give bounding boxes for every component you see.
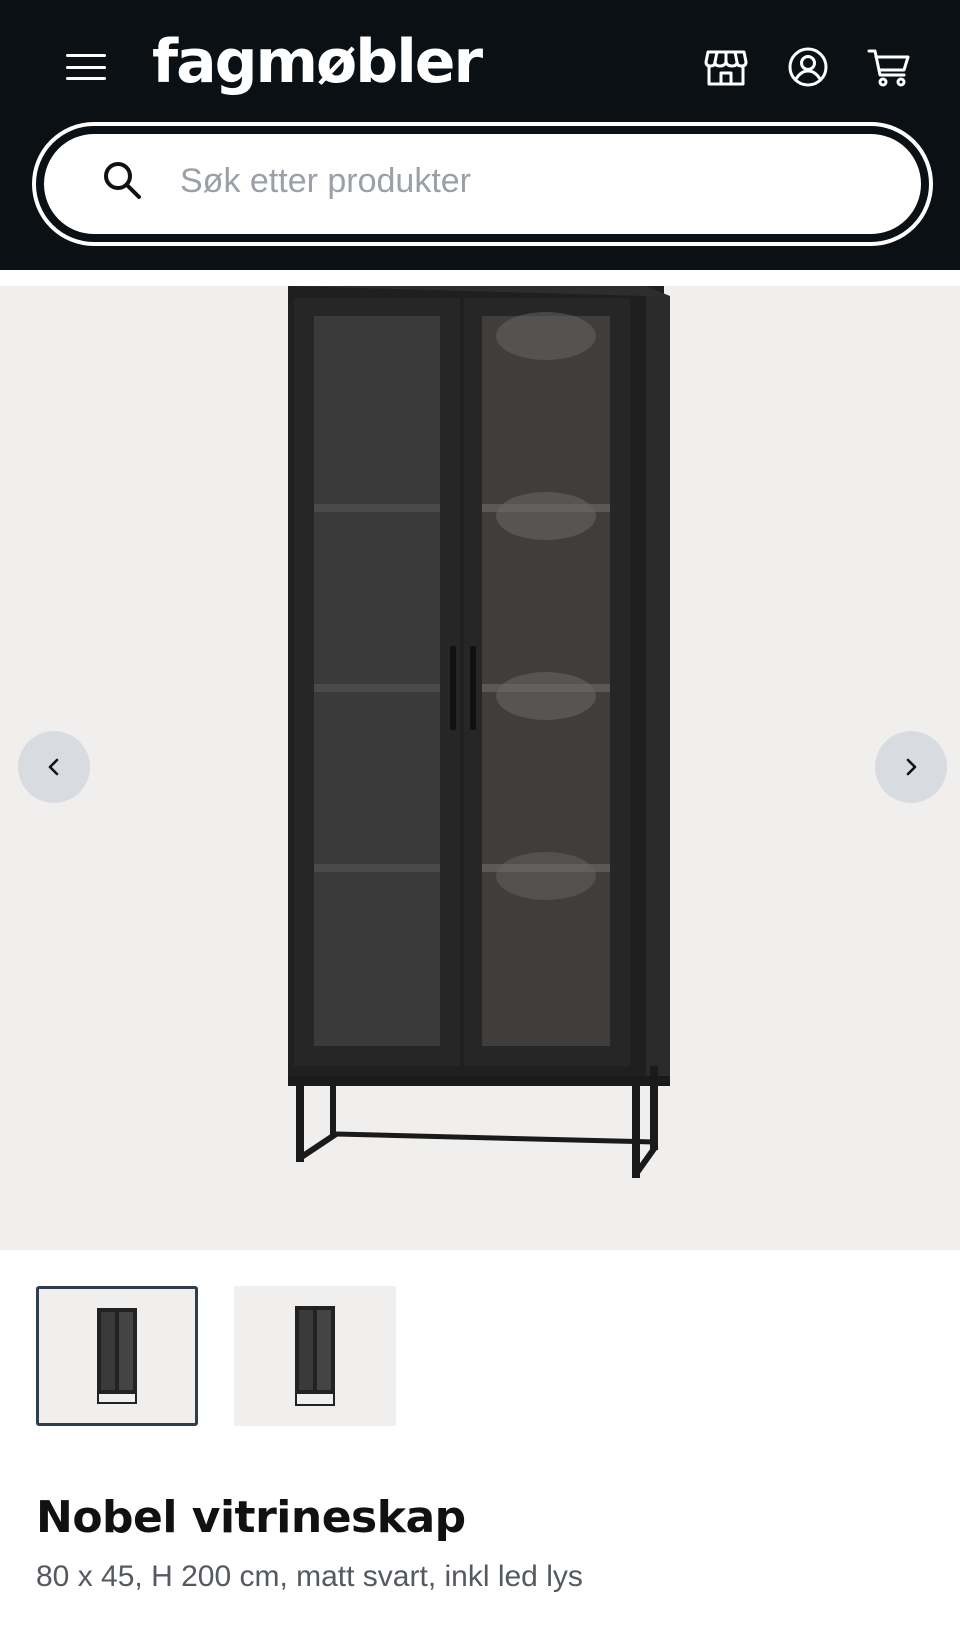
thumbnail-image — [295, 1306, 335, 1406]
product-image — [288, 286, 670, 1178]
thumbnail-2[interactable] — [234, 1286, 396, 1426]
thumbnail-image — [97, 1308, 137, 1404]
prev-image-button[interactable] — [18, 731, 90, 803]
product-gallery — [0, 286, 960, 1250]
site-header: fagmøbler — [0, 0, 960, 270]
hamburger-menu-icon[interactable] — [66, 52, 106, 82]
search-bar — [32, 122, 933, 246]
chevron-left-icon — [48, 758, 59, 776]
chevron-right-icon — [906, 758, 917, 776]
product-title: Nobel vitrineskap — [36, 1492, 466, 1543]
cart-icon[interactable] — [866, 44, 912, 90]
search-input[interactable] — [178, 154, 882, 208]
search-icon[interactable] — [100, 158, 144, 202]
thumbnail-1[interactable] — [36, 1286, 198, 1426]
next-image-button[interactable] — [875, 731, 947, 803]
site-logo[interactable]: fagmøbler — [152, 22, 483, 102]
store-icon[interactable] — [703, 44, 749, 90]
product-subtitle: 80 x 45, H 200 cm, matt svart, inkl led … — [36, 1560, 583, 1593]
search-box[interactable] — [44, 134, 921, 234]
account-icon[interactable] — [785, 44, 831, 90]
